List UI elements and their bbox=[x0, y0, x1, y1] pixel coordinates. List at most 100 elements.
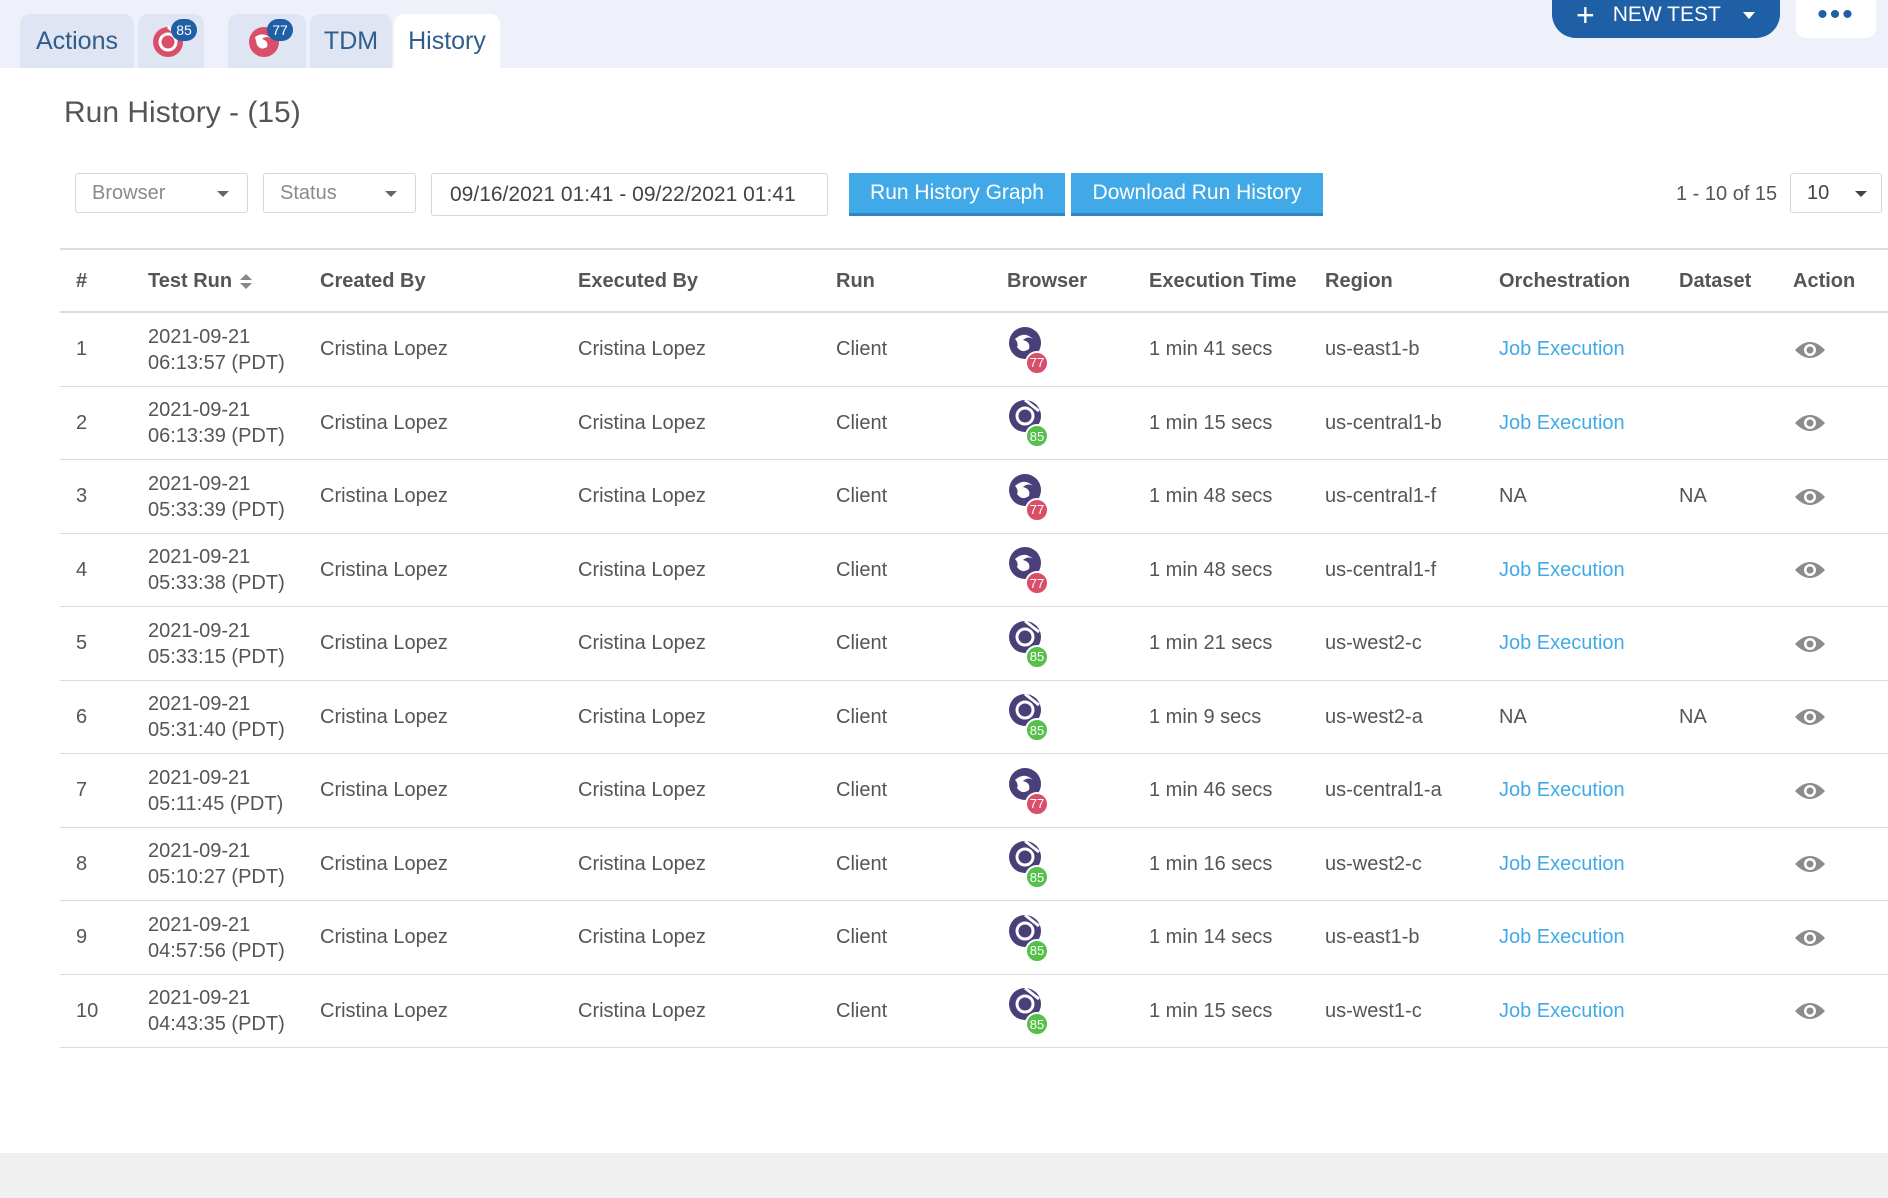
view-eye-icon[interactable] bbox=[1793, 975, 1827, 1048]
row-orchestration-link[interactable]: Job Execution bbox=[1499, 828, 1625, 901]
page-title: Run History - (15) bbox=[64, 96, 301, 129]
tab-tdm[interactable]: TDM bbox=[310, 14, 392, 68]
run-history-graph-button[interactable]: Run History Graph bbox=[849, 173, 1065, 216]
run-history-table: # Test Run Created By Executed By Run Br… bbox=[60, 248, 1888, 1048]
sort-icon[interactable] bbox=[240, 273, 253, 290]
row-test-run: 2021-09-21 05:31:40 (PDT) bbox=[148, 681, 285, 754]
browser-filter-dropdown[interactable]: Browser bbox=[75, 173, 248, 213]
row-orchestration-link[interactable]: Job Execution bbox=[1499, 975, 1625, 1048]
status-filter-dropdown[interactable]: Status bbox=[263, 173, 416, 213]
firefox-version-badge: 77 bbox=[267, 19, 293, 41]
browser-version-badge: 77 bbox=[1025, 497, 1049, 522]
view-eye-icon[interactable] bbox=[1793, 607, 1827, 680]
view-eye-icon[interactable] bbox=[1793, 828, 1827, 901]
range-info: 1 - 10 of 15 bbox=[1676, 183, 1778, 205]
view-eye-icon[interactable] bbox=[1793, 754, 1827, 827]
view-eye-icon[interactable] bbox=[1793, 460, 1827, 533]
row-num: 1 bbox=[76, 338, 88, 360]
chrome-icon: 85 bbox=[1007, 619, 1053, 669]
row-date: 2021-09-21 bbox=[148, 472, 251, 495]
row-browser: 85 bbox=[1007, 387, 1053, 460]
firefox-icon: 77 bbox=[1007, 472, 1053, 522]
row-region: us-central1-f bbox=[1325, 485, 1437, 507]
row-executed-by: Cristina Lopez bbox=[578, 926, 706, 948]
row-orchestration-link[interactable]: Job Execution bbox=[1499, 754, 1625, 827]
row-orchestration-link[interactable]: Job Execution bbox=[1499, 607, 1625, 680]
row-executed-by: Cristina Lopez bbox=[578, 338, 706, 360]
row-execution-time: 1 min 15 secs bbox=[1149, 411, 1273, 434]
date-range-input[interactable]: 09/16/2021 01:41 - 09/22/2021 01:41 bbox=[431, 173, 828, 216]
tab-tdm-label: TDM bbox=[323, 26, 379, 55]
col-header-orchestration: Orchestration bbox=[1499, 270, 1631, 292]
tab-actions-label: Actions bbox=[36, 26, 118, 55]
tab-actions[interactable]: Actions bbox=[20, 14, 134, 68]
row-browser: 85 bbox=[1007, 607, 1053, 680]
row-executed-by: Cristina Lopez bbox=[578, 779, 706, 801]
row-run: Client bbox=[836, 558, 888, 581]
tab-firefox-runs[interactable]: 77 bbox=[228, 14, 306, 68]
row-run: Client bbox=[836, 485, 888, 507]
col-header-browser: Browser bbox=[1007, 270, 1088, 292]
row-test-run: 2021-09-21 06:13:39 (PDT) bbox=[148, 387, 285, 460]
col-header-dataset: Dataset bbox=[1679, 270, 1752, 292]
tab-history[interactable]: History bbox=[394, 14, 500, 68]
browser-filter-placeholder: Browser bbox=[92, 181, 166, 204]
row-orchestration-link[interactable]: Job Execution bbox=[1499, 313, 1625, 386]
row-execution-time: 1 min 48 secs bbox=[1149, 485, 1273, 507]
table-row: 4 2021-09-21 05:33:38 (PDT) Cristina Lopez C… bbox=[60, 534, 1888, 607]
row-test-run: 2021-09-21 04:57:56 (PDT) bbox=[148, 901, 285, 974]
row-created-by: Cristina Lopez bbox=[320, 852, 448, 875]
row-execution-time: 1 min 14 secs bbox=[1149, 926, 1273, 948]
row-executed-by: Cristina Lopez bbox=[578, 852, 706, 875]
row-execution-time: 1 min 21 secs bbox=[1149, 632, 1273, 654]
row-test-run: 2021-09-21 05:11:45 (PDT) bbox=[148, 754, 283, 827]
row-date: 2021-09-21 bbox=[148, 840, 251, 862]
new-test-button[interactable]: + NEW TEST bbox=[1552, 0, 1780, 38]
view-eye-icon[interactable] bbox=[1793, 901, 1827, 974]
table-header: # Test Run Created By Executed By Run Br… bbox=[60, 248, 1888, 313]
row-orchestration-link[interactable]: Job Execution bbox=[1499, 901, 1625, 974]
browser-version-badge: 77 bbox=[1025, 791, 1049, 816]
row-created-by: Cristina Lopez bbox=[320, 411, 448, 434]
row-time: 05:11:45 (PDT) bbox=[148, 792, 284, 815]
row-num: 8 bbox=[76, 852, 88, 875]
download-run-history-button[interactable]: Download Run History bbox=[1071, 173, 1323, 216]
row-execution-time: 1 min 41 secs bbox=[1149, 338, 1273, 360]
col-header-test-run[interactable]: Test Run bbox=[148, 250, 253, 313]
more-options-button[interactable]: ••• bbox=[1796, 0, 1876, 38]
row-execution-time: 1 min 9 secs bbox=[1149, 705, 1262, 728]
row-region: us-central1-b bbox=[1325, 411, 1442, 434]
table-row: 5 2021-09-21 05:33:15 (PDT) Cristina Lopez C… bbox=[60, 607, 1888, 681]
view-eye-icon[interactable] bbox=[1793, 387, 1827, 460]
firefox-icon: 77 bbox=[247, 19, 293, 61]
firefox-icon: 77 bbox=[1007, 766, 1053, 816]
row-browser: 85 bbox=[1007, 828, 1053, 901]
browser-version-badge: 85 bbox=[1025, 938, 1049, 963]
row-date: 2021-09-21 bbox=[148, 987, 251, 1009]
view-eye-icon[interactable] bbox=[1793, 313, 1827, 386]
row-time: 05:33:39 (PDT) bbox=[148, 498, 285, 521]
view-eye-icon[interactable] bbox=[1793, 534, 1827, 607]
row-time: 05:33:38 (PDT) bbox=[148, 572, 285, 594]
tab-chrome-runs[interactable]: 85 bbox=[138, 14, 204, 68]
row-orchestration-link[interactable]: Job Execution bbox=[1499, 387, 1625, 460]
row-execution-time: 1 min 15 secs bbox=[1149, 999, 1273, 1022]
chrome-icon: 85 bbox=[1007, 398, 1053, 448]
view-eye-icon[interactable] bbox=[1793, 681, 1827, 754]
row-browser: 77 bbox=[1007, 460, 1053, 533]
row-time: 06:13:39 (PDT) bbox=[148, 425, 285, 447]
row-execution-time: 1 min 46 secs bbox=[1149, 779, 1273, 801]
row-orchestration-link[interactable]: Job Execution bbox=[1499, 534, 1625, 607]
col-header-run: Run bbox=[836, 270, 875, 292]
firefox-icon: 77 bbox=[1007, 545, 1053, 595]
row-num: 2 bbox=[76, 411, 88, 434]
status-filter-placeholder: Status bbox=[280, 181, 337, 204]
row-test-run: 2021-09-21 06:13:57 (PDT) bbox=[148, 313, 285, 386]
browser-version-badge: 85 bbox=[1025, 424, 1049, 448]
browser-version-badge: 77 bbox=[1025, 571, 1049, 595]
row-created-by: Cristina Lopez bbox=[320, 558, 448, 581]
row-region: us-central1-a bbox=[1325, 779, 1442, 801]
row-executed-by: Cristina Lopez bbox=[578, 411, 706, 434]
page-size-select[interactable]: 10 bbox=[1790, 173, 1882, 213]
firefox-icon: 77 bbox=[1007, 325, 1053, 375]
